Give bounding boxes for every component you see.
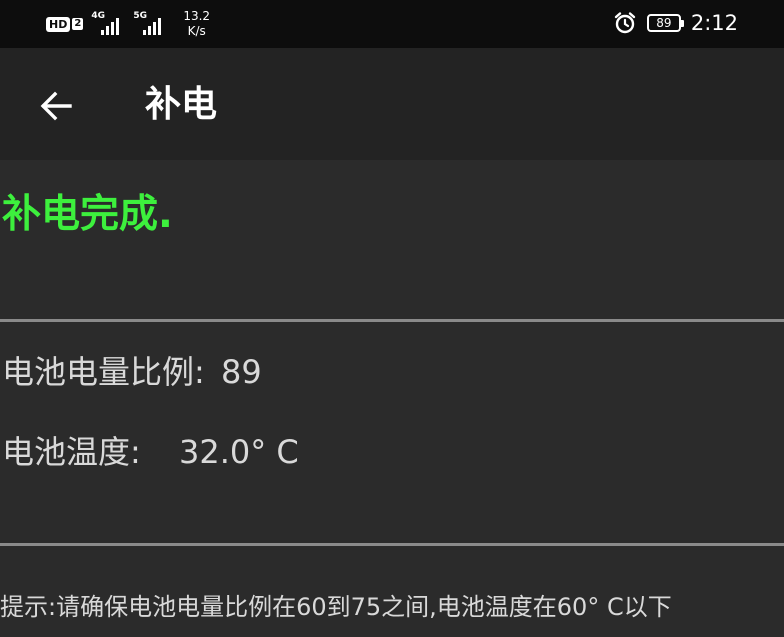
battery-temp-label: 电池温度:: [2, 433, 141, 471]
signal-bars-secondary: [143, 18, 162, 35]
clock: 2:12: [690, 11, 738, 35]
back-button[interactable]: [32, 82, 80, 130]
battery-level-label: 电池电量比例:: [2, 353, 205, 391]
hint-text: 提示:请确保电池电量比例在60到75之间,电池温度在60° C以下: [0, 593, 672, 621]
signal-bars: [101, 18, 120, 35]
hd-label: HD: [46, 16, 71, 32]
sim-number: 2: [72, 18, 84, 30]
divider-bottom: [0, 543, 784, 546]
signal-icon-secondary: 5G: [133, 11, 167, 37]
signal-icon: 4G: [91, 11, 125, 37]
network-speed: 13.2 K/s: [183, 9, 210, 39]
battery-icon: 89: [646, 14, 684, 32]
charge-result-text: 补电完成.: [2, 192, 173, 237]
app-bar: 补电: [0, 48, 784, 160]
screen: HD 2 4G 5G 13.2 K/s 89 2:12 补电 补电完成. 电池电…: [0, 0, 784, 637]
alarm-icon: [613, 11, 637, 35]
battery-level-value: 89: [220, 353, 262, 391]
status-bar-left: HD 2 4G 5G 13.2 K/s: [46, 9, 210, 39]
status-bar: HD 2 4G 5G 13.2 K/s 89 2:12: [0, 0, 784, 48]
status-bar-right: 89 2:12: [613, 10, 738, 36]
network-speed-unit: K/s: [187, 24, 206, 38]
battery-temp-row: 电池温度: 32.0° C: [2, 430, 299, 474]
network-speed-value: 13.2: [183, 9, 211, 23]
battery-level: 89: [656, 16, 672, 30]
battery-level-row: 电池电量比例: 89: [2, 350, 262, 394]
arrow-left-icon: [40, 91, 72, 121]
battery-temp-value: 32.0° C: [178, 433, 299, 471]
hd-voice-badge: HD 2: [46, 16, 84, 32]
page-title: 补电: [145, 84, 218, 125]
divider-top: [0, 319, 784, 322]
